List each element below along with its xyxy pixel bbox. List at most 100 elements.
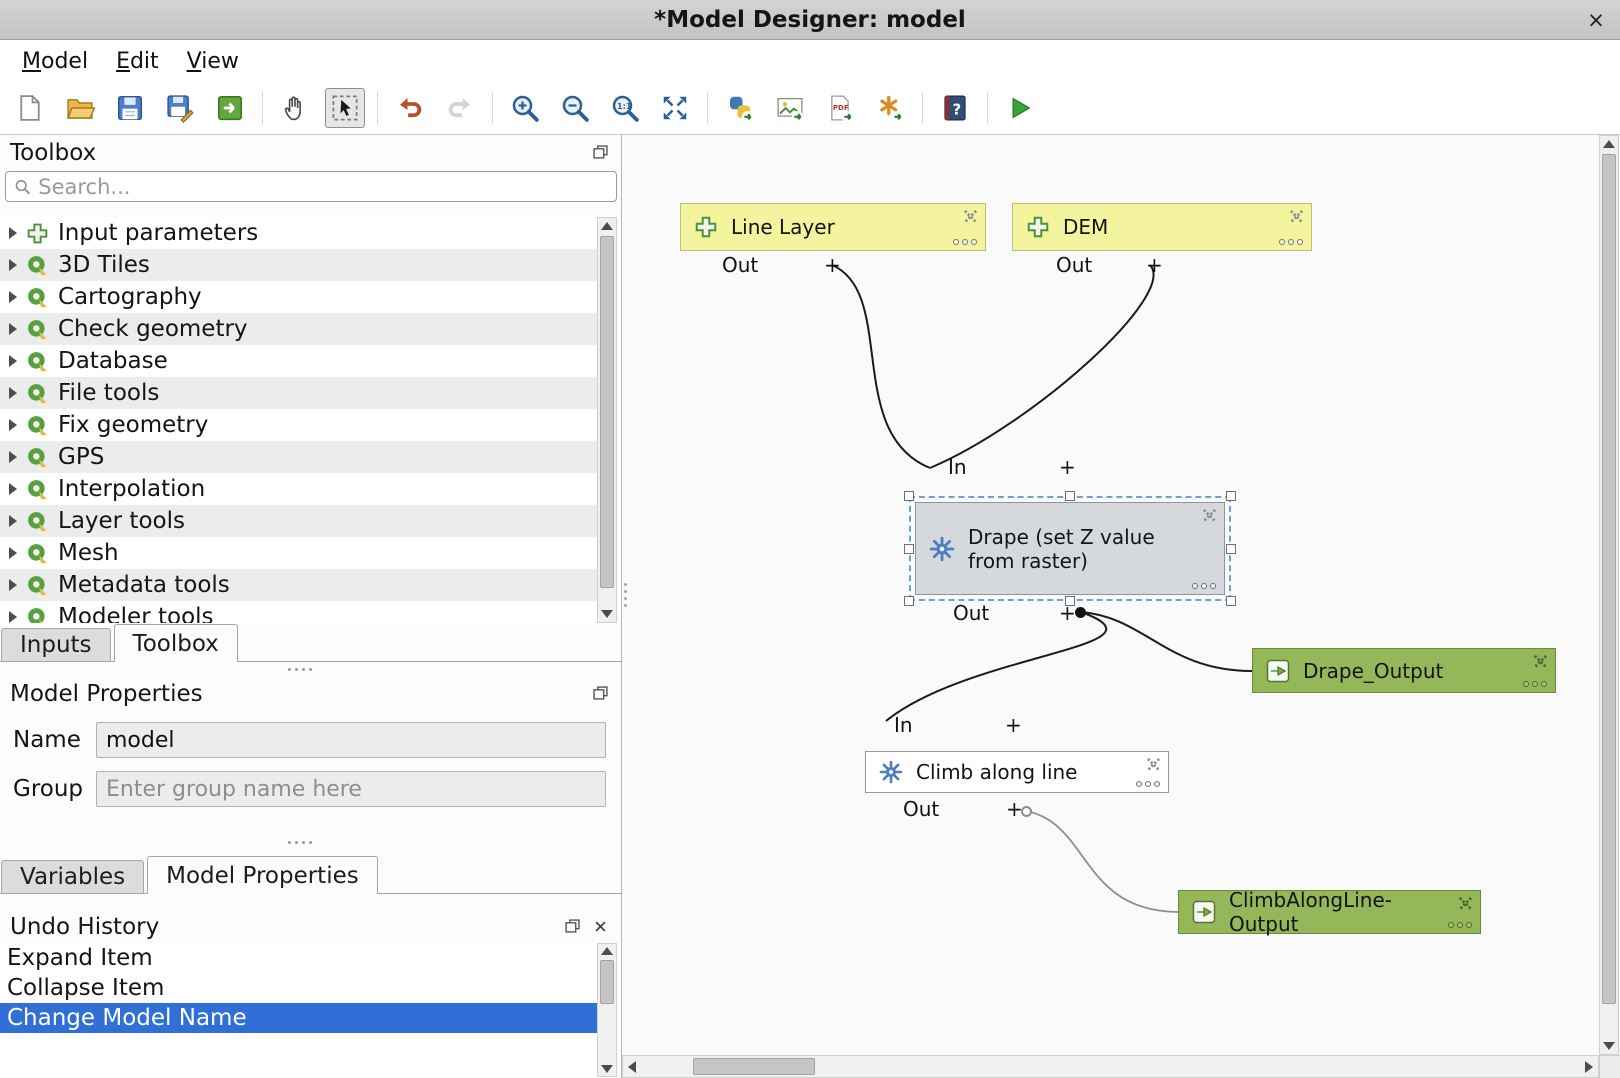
toolbox-item-mesh[interactable]: Mesh [0,537,597,569]
select-tool-button[interactable] [325,88,365,128]
connection-drape-to-drapeoutput[interactable] [1081,612,1252,671]
undo-item-collapse[interactable]: Collapse Item [0,973,597,1003]
toolbox-item-layer-tools[interactable]: Layer tools [0,505,597,537]
undo-history-scrollbar[interactable] [597,943,617,1077]
expand-caret-icon[interactable] [9,323,17,335]
redo-button[interactable] [440,88,480,128]
node-algorithm-climb-along-line[interactable]: Climb along line [865,751,1169,793]
expand-caret-icon[interactable] [9,387,17,399]
expand-caret-icon[interactable] [9,419,17,431]
scroll-down-arrow[interactable] [1600,1038,1618,1054]
toolbox-item-modeler-tools[interactable]: Modeler tools [0,601,597,623]
run-model-button[interactable] [1000,88,1040,128]
toolbox-item-file-tools[interactable]: File tools [0,377,597,409]
connection-dem-to-drape[interactable] [930,265,1154,468]
node-delete-icon[interactable] [963,209,978,224]
connection-linelayer-to-drape[interactable] [832,265,930,468]
expand-caret-icon[interactable] [9,355,17,367]
node-delete-icon[interactable] [1202,508,1217,523]
undo-button[interactable] [390,88,430,128]
node-delete-icon[interactable] [1289,209,1304,224]
scroll-up-arrow[interactable] [598,944,616,958]
node-comment-dots-icon[interactable] [953,239,977,245]
menu-edit[interactable]: Edit [102,43,173,80]
menu-model[interactable]: Model [8,43,102,80]
scroll-down-arrow[interactable] [598,1062,616,1076]
node-comment-dots-icon[interactable] [1523,681,1547,687]
menu-view[interactable]: View [173,43,253,80]
new-model-button[interactable] [10,88,50,128]
canvas-horizontal-scrollbar[interactable] [622,1055,1599,1078]
node-delete-icon[interactable] [1146,757,1161,772]
splitter-grip[interactable] [288,668,312,671]
export-as-python-button[interactable] [720,88,760,128]
window-close-button[interactable]: × [1582,6,1610,34]
selection-handle[interactable] [904,544,914,554]
model-name-input[interactable] [96,722,606,758]
node-comment-dots-icon[interactable] [1448,922,1472,928]
expand-caret-icon[interactable] [9,483,17,495]
export-as-image-button[interactable] [770,88,810,128]
export-as-svg-button[interactable] [870,88,910,128]
scroll-up-arrow[interactable] [1600,136,1618,152]
save-model-button[interactable] [110,88,150,128]
toolbox-tree-scrollbar[interactable] [597,217,617,623]
connection-drape-to-climb[interactable] [886,612,1106,721]
scroll-thumb[interactable] [693,1058,815,1075]
selection-handle[interactable] [1065,491,1075,501]
toolbox-item-cartography[interactable]: Cartography [0,281,597,313]
climb-in-expand[interactable]: + [1005,713,1022,737]
pan-tool-button[interactable] [275,88,315,128]
search-input[interactable] [38,175,608,199]
save-in-project-button[interactable] [210,88,250,128]
tab-toolbox[interactable]: Toolbox [114,624,238,662]
dem-out-expand[interactable]: + [1146,253,1163,277]
zoom-in-button[interactable] [505,88,545,128]
linelayer-out-expand[interactable]: + [824,253,841,277]
zoom-out-button[interactable] [555,88,595,128]
open-model-button[interactable] [60,88,100,128]
scroll-thumb[interactable] [600,960,614,1004]
drape-in-expand[interactable]: + [1059,455,1076,479]
node-comment-dots-icon[interactable] [1279,239,1303,245]
undo-item-expand[interactable]: Expand Item [0,943,597,973]
scroll-thumb[interactable] [1602,154,1616,1004]
node-comment-dots-icon[interactable] [1136,781,1160,787]
save-model-as-button[interactable] [160,88,200,128]
help-button[interactable]: ? [935,88,975,128]
expand-caret-icon[interactable] [9,611,17,623]
model-group-input[interactable] [96,771,606,807]
canvas-vertical-scrollbar[interactable] [1599,135,1619,1055]
selection-handle[interactable] [1226,544,1236,554]
connection-climb-to-climboutput[interactable] [1026,811,1178,912]
scroll-left-arrow[interactable] [623,1056,641,1077]
expand-caret-icon[interactable] [9,515,17,527]
toolbox-item-check-geometry[interactable]: Check geometry [0,313,597,345]
scroll-thumb[interactable] [600,236,614,588]
expand-caret-icon[interactable] [9,547,17,559]
climb-out-port[interactable] [1021,806,1032,817]
toolbox-item-database[interactable]: Database [0,345,597,377]
node-comment-dots-icon[interactable] [1192,583,1216,589]
scroll-right-arrow[interactable] [1580,1056,1598,1077]
scroll-down-arrow[interactable] [598,606,616,622]
expand-caret-icon[interactable] [9,259,17,271]
drape-out-expand[interactable]: + [1059,601,1076,625]
selection-handle[interactable] [904,596,914,606]
model-properties-float-button[interactable] [591,685,609,701]
selection-handle[interactable] [1226,596,1236,606]
undo-item-change-model-name[interactable]: Change Model Name [0,1003,597,1033]
node-output-drape-output[interactable]: Drape_Output [1252,648,1556,693]
expand-caret-icon[interactable] [9,227,17,239]
tab-variables[interactable]: Variables [1,860,144,893]
toolbox-item-interpolation[interactable]: Interpolation [0,473,597,505]
selection-handle[interactable] [1226,491,1236,501]
export-as-pdf-button[interactable]: PDF [820,88,860,128]
tab-model-properties[interactable]: Model Properties [147,856,378,894]
toolbox-float-button[interactable] [591,144,609,160]
toolbox-item-gps[interactable]: GPS [0,441,597,473]
model-canvas[interactable]: Line Layer DEM Out + Out + In + [622,135,1620,1078]
expand-caret-icon[interactable] [9,579,17,591]
zoom-actual-size-button[interactable]: 1:1 [605,88,645,128]
node-algorithm-drape[interactable]: Drape (set Z value from raster) [915,502,1225,595]
